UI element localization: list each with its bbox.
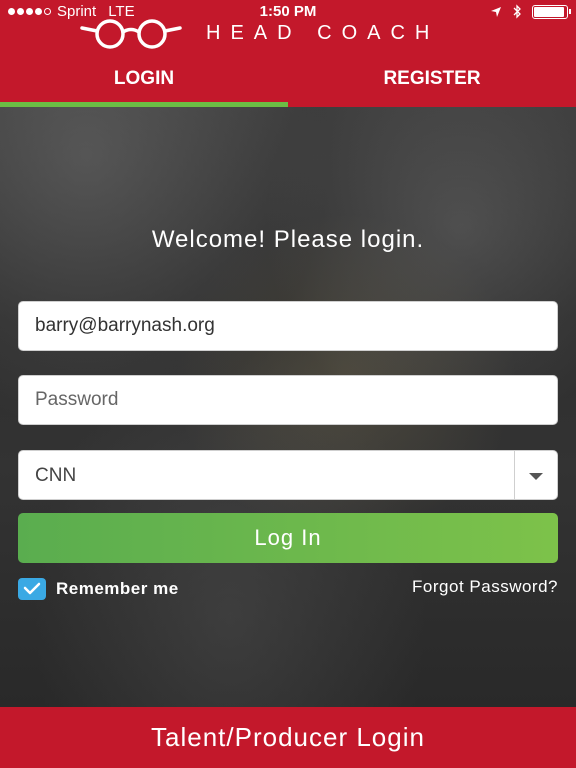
talent-producer-login-button[interactable]: Talent/Producer Login: [0, 707, 576, 768]
password-field-wrapper: [18, 375, 558, 425]
welcome-heading: Welcome! Please login.: [151, 226, 425, 253]
tab-register[interactable]: REGISTER: [288, 60, 576, 107]
auth-tabs: LOGIN REGISTER: [0, 60, 576, 107]
login-button[interactable]: Log In: [18, 513, 558, 563]
glasses-icon: [80, 19, 182, 49]
select-divider: [514, 451, 515, 499]
battery-icon: [532, 4, 571, 19]
app-logo: HEAD COACH: [76, 18, 506, 52]
location-arrow-icon: [491, 6, 501, 17]
status-right: [490, 4, 571, 19]
tab-login[interactable]: LOGIN: [0, 60, 288, 107]
network-select-value: CNN: [35, 465, 77, 486]
checkmark-icon: [23, 582, 41, 595]
email-field-wrapper: [18, 301, 558, 351]
remember-me[interactable]: Remember me: [18, 578, 179, 600]
bluetooth-icon: [513, 4, 521, 19]
brand-name: HEAD COACH: [206, 22, 440, 44]
password-field[interactable]: [19, 376, 557, 424]
remember-checkbox[interactable]: [18, 578, 46, 600]
chevron-down-icon[interactable]: [529, 473, 543, 480]
app-header: Sprint LTE 1:50 PM HEAD COACH LOGIN REGI…: [0, 0, 576, 107]
remember-label: Remember me: [56, 579, 179, 598]
email-field[interactable]: [19, 302, 557, 350]
forgot-password-link[interactable]: Forgot Password?: [412, 577, 558, 597]
network-select[interactable]: CNN: [18, 450, 558, 500]
